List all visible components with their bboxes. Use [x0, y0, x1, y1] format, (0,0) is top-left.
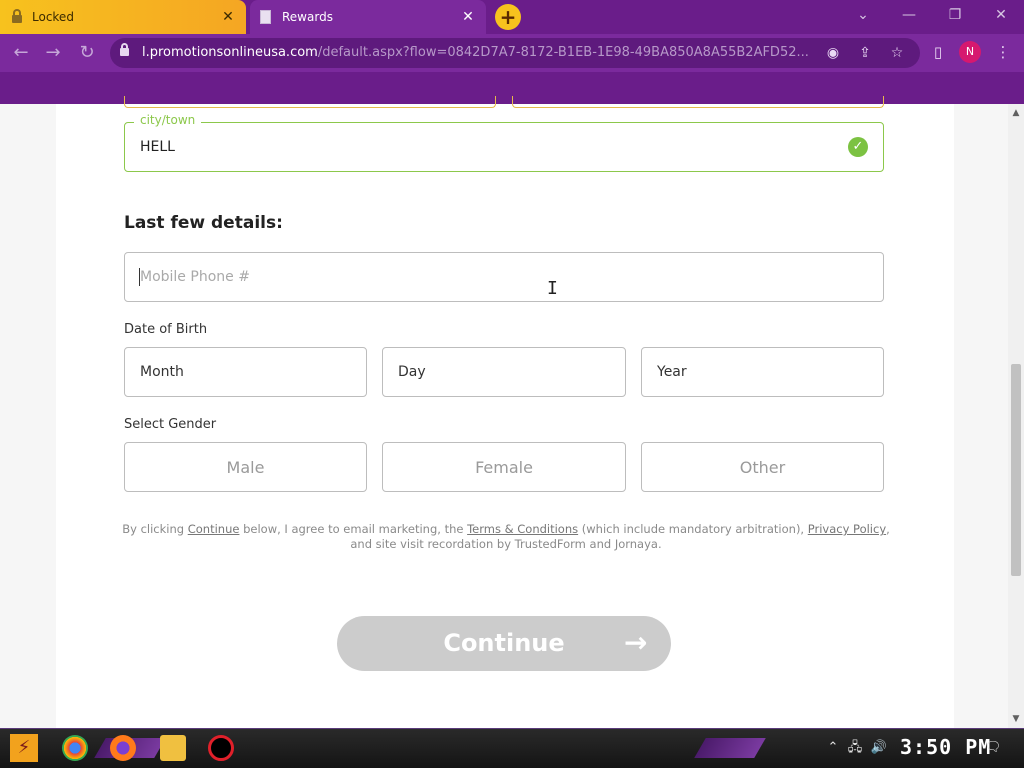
back-button[interactable]: ←	[6, 38, 36, 68]
page-icon	[260, 10, 274, 24]
tab-locked[interactable]: Locked ✕	[0, 0, 246, 34]
legal-text: below, I agree to email marketing, the	[239, 522, 468, 536]
legal-text: By clicking	[122, 522, 188, 536]
chrome-icon[interactable]	[62, 735, 88, 761]
gender-male-text: Male	[226, 458, 265, 477]
continue-label: Continue	[443, 629, 565, 657]
eye-off-icon[interactable]: ◉	[824, 44, 842, 62]
minimize-button[interactable]: —	[886, 0, 932, 30]
tab-close-button[interactable]: ✕	[220, 9, 236, 25]
previous-field-edge	[512, 96, 884, 108]
taskbar-decor	[694, 738, 766, 758]
legal-disclaimer: By clicking Continue below, I agree to e…	[116, 522, 896, 552]
close-window-button[interactable]: ✕	[978, 0, 1024, 30]
dob-month-text: Month	[140, 364, 184, 380]
url-host: l.promotionsonlineusa.com	[142, 45, 318, 60]
mobile-phone-placeholder: Mobile Phone #	[140, 269, 250, 285]
side-panel-icon[interactable]: ▯	[926, 40, 950, 64]
continue-button[interactable]: Continue →	[337, 616, 671, 671]
lock-icon[interactable]	[120, 43, 129, 56]
dob-label: Date of Birth	[124, 322, 208, 337]
url-path: /default.aspx?flow=0842D7A7-8172-B1EB-1E…	[317, 45, 809, 60]
menu-icon[interactable]: ⋮	[991, 40, 1015, 64]
terms-link[interactable]: Terms & Conditions	[467, 522, 578, 536]
gender-female-text: Female	[475, 458, 533, 477]
continue-link[interactable]: Continue	[188, 522, 240, 536]
arrow-right-icon: →	[624, 626, 648, 659]
tray-up-icon[interactable]: ⌃	[824, 739, 842, 757]
tab-title: Locked	[32, 10, 74, 24]
url-text[interactable]: l.promotionsonlineusa.com/default.aspx?f…	[142, 45, 822, 60]
firefox-icon[interactable]	[110, 735, 136, 761]
privacy-link[interactable]: Privacy Policy	[808, 522, 886, 536]
opera-icon[interactable]	[208, 735, 234, 761]
share-icon[interactable]: ⇪	[856, 44, 874, 62]
previous-field-edge	[124, 96, 496, 108]
scrollbar-thumb[interactable]	[1011, 364, 1021, 576]
new-tab-button[interactable]: +	[495, 4, 521, 30]
clock[interactable]: 3:50 PM	[900, 735, 991, 759]
file-explorer-icon[interactable]	[160, 735, 186, 761]
network-icon[interactable]: 🖧	[846, 739, 864, 757]
city-label: city/town	[134, 113, 202, 127]
gender-label: Select Gender	[124, 417, 217, 432]
start-button[interactable]: ⚡	[10, 734, 38, 762]
profile-avatar[interactable]: N	[959, 41, 981, 63]
scroll-up-icon[interactable]: ▲	[1008, 106, 1024, 120]
section-title: Last few details:	[124, 213, 283, 233]
reload-button[interactable]: ↻	[72, 38, 102, 68]
forward-button[interactable]: →	[38, 38, 68, 68]
volume-icon[interactable]: 🔊	[870, 739, 888, 757]
dob-day-text: Day	[398, 364, 426, 380]
notification-icon[interactable]: 🗨	[984, 739, 1002, 757]
browser-toolbar: ← → ↻ l.promotionsonlineusa.com/default.…	[0, 34, 1024, 72]
legal-text: (which include mandatory arbitration),	[578, 522, 808, 536]
dob-year-text: Year	[657, 364, 687, 380]
check-circle-icon: ✓	[848, 137, 868, 157]
city-field[interactable]	[124, 122, 884, 172]
star-icon[interactable]: ☆	[888, 44, 906, 62]
lock-icon	[10, 9, 24, 24]
tab-search-icon[interactable]: ⌄	[840, 0, 886, 30]
tab-title: Rewards	[282, 10, 333, 24]
gender-other-text: Other	[739, 458, 786, 477]
tab-close-button[interactable]: ✕	[460, 9, 476, 25]
city-value[interactable]: HELL	[140, 139, 175, 155]
scroll-down-icon[interactable]: ▼	[1008, 712, 1024, 726]
tab-rewards[interactable]: Rewards ✕	[250, 0, 486, 34]
text-cursor-icon: I	[547, 278, 558, 299]
restore-button[interactable]: ❐	[932, 0, 978, 30]
address-bar[interactable]: l.promotionsonlineusa.com/default.aspx?f…	[110, 38, 920, 68]
